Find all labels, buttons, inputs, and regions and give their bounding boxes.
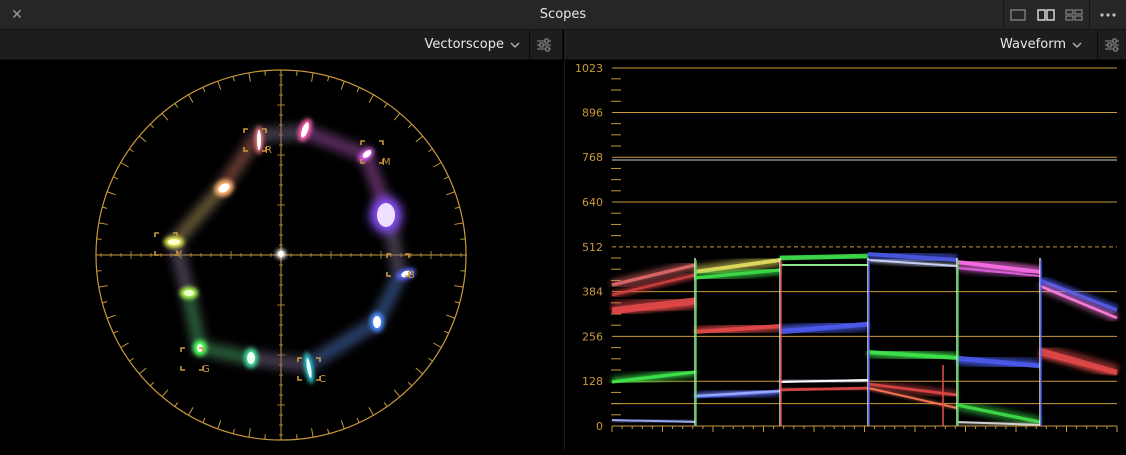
- layout-dual-icon: [1037, 9, 1055, 21]
- window-title: Scopes: [0, 7, 1126, 22]
- waveform-label: Waveform: [1000, 37, 1066, 52]
- vectorscope-settings-button[interactable]: [529, 30, 558, 60]
- chevron-down-icon: [1072, 42, 1082, 48]
- layout-single-button[interactable]: [1004, 0, 1032, 30]
- layout-dual-button[interactable]: [1032, 0, 1060, 30]
- target-label: C: [319, 374, 326, 385]
- waveform-trace: [612, 254, 1117, 426]
- sliders-icon: [1104, 38, 1120, 52]
- vectorscope-display: R M B C G Y: [0, 60, 563, 451]
- vectorscope-graticule: R M B C G Y: [0, 60, 563, 451]
- waveform-display: 1023 896 768 640 512 384 256 128 0: [564, 60, 1126, 451]
- sliders-icon: [536, 38, 552, 52]
- vectorscope-trails: [175, 132, 400, 365]
- vectorscope-trace: [164, 117, 417, 385]
- vectorscope-dropdown[interactable]: Vectorscope: [424, 37, 520, 52]
- scale-label: 128: [582, 375, 603, 388]
- waveform-dropdown[interactable]: Waveform: [1000, 37, 1082, 52]
- scale-label: 512: [582, 241, 603, 254]
- scale-label: 0: [596, 420, 603, 433]
- chevron-down-icon: [510, 42, 520, 48]
- scale-label: 768: [582, 151, 603, 164]
- layout-single-icon: [1010, 9, 1026, 21]
- more-button[interactable]: [1089, 0, 1126, 30]
- vectorscope-header: Vectorscope: [0, 30, 563, 60]
- vectorscope-label: Vectorscope: [424, 37, 504, 52]
- target-label: B: [408, 270, 415, 281]
- target-label: R: [265, 145, 272, 156]
- target-label: G: [202, 364, 210, 375]
- scale-label: 896: [582, 106, 603, 119]
- target-label: M: [382, 157, 391, 168]
- scale-label: 256: [582, 330, 603, 343]
- scale-label: 1023: [575, 62, 603, 75]
- waveform-settings-button[interactable]: [1097, 30, 1126, 60]
- waveform-header: Waveform: [564, 30, 1126, 60]
- scale-label: 384: [582, 286, 603, 299]
- layout-switcher: [1003, 0, 1088, 30]
- layout-quad-icon: [1065, 9, 1083, 21]
- layout-quad-button[interactable]: [1060, 0, 1088, 30]
- title-bar: ✕ Scopes: [0, 0, 1126, 30]
- target-label: Y: [175, 249, 183, 260]
- more-icon: [1100, 13, 1116, 17]
- waveform-graticule: 1023 896 768 640 512 384 256 128 0: [565, 60, 1126, 451]
- scale-label: 640: [582, 196, 603, 209]
